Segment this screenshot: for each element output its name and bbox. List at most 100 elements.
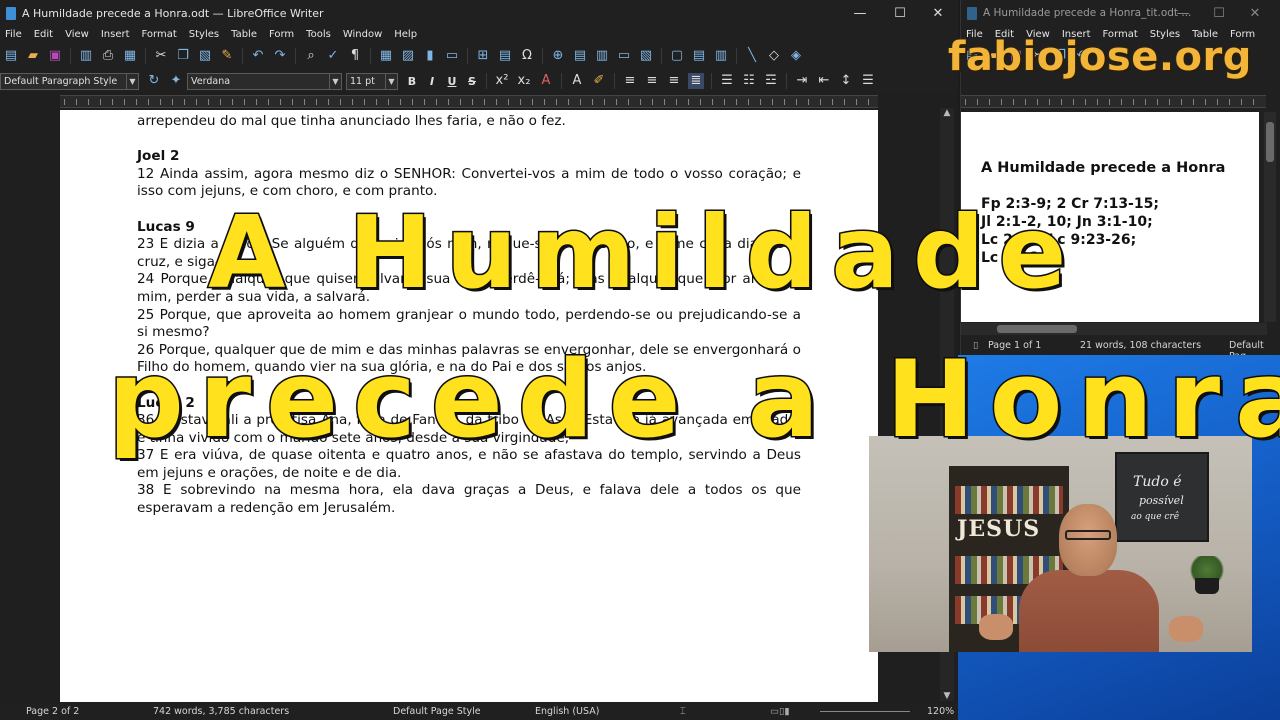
chevron-down-icon[interactable]: ▼	[329, 73, 341, 89]
page-break-icon[interactable]: ⊞	[475, 48, 491, 64]
menu-help[interactable]: Help	[394, 29, 417, 40]
align-center-icon[interactable]: ≡	[644, 73, 660, 89]
maximize-icon[interactable]: ☐	[882, 0, 918, 26]
quote-line: Tudo é	[1133, 474, 1182, 490]
minimize-icon[interactable]: —	[842, 0, 878, 26]
track-changes-icon[interactable]: ▤	[691, 48, 707, 64]
paragraph-style-select[interactable]: Default Paragraph Style ▼	[0, 72, 139, 90]
font-name-value: Verdana	[191, 75, 231, 87]
clear-formatting-icon[interactable]: A	[538, 73, 554, 89]
toolbar-separator	[486, 73, 487, 89]
paste-icon[interactable]: ▧	[197, 48, 213, 64]
open-folder-icon[interactable]: ▰	[25, 48, 41, 64]
menu-insert[interactable]: Insert	[101, 29, 130, 40]
clone-formatting-icon[interactable]: ✎	[219, 48, 235, 64]
scroll-down-icon[interactable]: ▼	[940, 691, 954, 701]
bullets-icon[interactable]: ☰	[719, 73, 735, 89]
export-pdf-icon[interactable]: ▥	[78, 48, 94, 64]
close-icon[interactable]: ✕	[1237, 0, 1273, 26]
insert-image-icon[interactable]: ▨	[400, 48, 416, 64]
align-right-icon[interactable]: ≡	[666, 73, 682, 89]
copy-icon[interactable]: ❐	[175, 48, 191, 64]
insert-table-icon[interactable]: ▦	[378, 48, 394, 64]
view-layout-icon[interactable]: ▭▯▮	[770, 706, 789, 717]
side-ruler[interactable]	[961, 95, 1266, 108]
menu-file[interactable]: File	[5, 29, 22, 40]
superscript-icon[interactable]: x²	[494, 73, 510, 89]
bold-button[interactable]: B	[405, 75, 419, 88]
redo-icon[interactable]: ↷	[272, 48, 288, 64]
insert-chart-icon[interactable]: ▮	[422, 48, 438, 64]
menu-edit[interactable]: Edit	[34, 29, 53, 40]
save-icon[interactable]: ▣	[47, 48, 63, 64]
page-count[interactable]: Page 2 of 2	[26, 706, 79, 717]
special-character-icon[interactable]: Ω	[519, 48, 535, 64]
toolbar-separator	[786, 73, 787, 89]
paragraph-style-value: Default Paragraph Style	[4, 75, 118, 87]
footnote-icon[interactable]: ▤	[572, 48, 588, 64]
zoom-slider[interactable]	[820, 711, 910, 712]
scroll-up-icon[interactable]: ▲	[940, 108, 954, 118]
word-count[interactable]: 742 words, 3,785 characters	[153, 706, 289, 717]
horizontal-ruler[interactable]	[60, 95, 878, 108]
chevron-down-icon[interactable]: ▼	[126, 73, 138, 89]
insert-textbox-icon[interactable]: ▭	[444, 48, 460, 64]
outline-icon[interactable]: ☲	[763, 73, 779, 89]
bookmark-icon[interactable]: ▭	[616, 48, 632, 64]
menu-format[interactable]: Format	[142, 29, 177, 40]
page-style[interactable]: Default Page Style	[393, 706, 481, 717]
cut-icon[interactable]: ✂	[153, 48, 169, 64]
menu-tools[interactable]: Tools	[306, 29, 331, 40]
decrease-indent-icon[interactable]: ⇤	[816, 73, 832, 89]
numbering-icon[interactable]: ☷	[741, 73, 757, 89]
increase-indent-icon[interactable]: ⇥	[794, 73, 810, 89]
highlight-color-icon[interactable]: ✐	[591, 73, 607, 89]
font-color-icon[interactable]: A	[569, 73, 585, 89]
menu-view[interactable]: View	[65, 29, 89, 40]
menu-window[interactable]: Window	[343, 29, 382, 40]
line-icon[interactable]: ╲	[744, 48, 760, 64]
underline-button[interactable]: U	[445, 75, 459, 88]
paragraph-spacing-icon[interactable]: ☰	[860, 73, 876, 89]
find-replace-icon[interactable]: ⌕	[303, 48, 319, 64]
toolbar-separator	[70, 48, 71, 64]
font-size-select[interactable]: 11 pt ▼	[346, 72, 398, 90]
undo-icon[interactable]: ↶	[250, 48, 266, 64]
subscript-icon[interactable]: x₂	[516, 73, 532, 89]
italic-button[interactable]: I	[425, 75, 439, 88]
header-footer-icon[interactable]: ▥	[713, 48, 729, 64]
new-style-icon[interactable]: ✦	[168, 73, 184, 89]
side-horizontal-scrollbar[interactable]	[961, 323, 1267, 335]
spelling-icon[interactable]: ✓	[325, 48, 341, 64]
thumbnail-title-line2: precede a Honra	[107, 338, 1280, 461]
minimize-icon[interactable]: —	[1165, 0, 1201, 26]
side-vertical-scrollbar[interactable]	[1264, 112, 1276, 322]
draw-functions-icon[interactable]: ◈	[788, 48, 804, 64]
insert-field-icon[interactable]: ▤	[497, 48, 513, 64]
print-preview-icon[interactable]: ▦	[122, 48, 138, 64]
menu-table[interactable]: Table	[231, 29, 257, 40]
zoom-level[interactable]: 120%	[927, 706, 954, 717]
maximize-icon[interactable]: ☐	[1201, 0, 1237, 26]
comment-icon[interactable]: ▢	[669, 48, 685, 64]
close-icon[interactable]: ✕	[920, 0, 956, 26]
menu-form[interactable]: Form	[269, 29, 294, 40]
align-left-icon[interactable]: ≡	[622, 73, 638, 89]
cross-reference-icon[interactable]: ▧	[638, 48, 654, 64]
language[interactable]: English (USA)	[535, 706, 599, 717]
line-spacing-icon[interactable]: ↕	[838, 73, 854, 89]
endnote-icon[interactable]: ▥	[594, 48, 610, 64]
shapes-icon[interactable]: ◇	[766, 48, 782, 64]
new-document-icon[interactable]: ▤	[3, 48, 19, 64]
formatting-marks-icon[interactable]: ¶	[347, 48, 363, 64]
font-name-select[interactable]: Verdana ▼	[187, 72, 342, 90]
insert-mode-icon[interactable]: ⌶	[680, 706, 686, 717]
chevron-down-icon[interactable]: ▼	[385, 73, 397, 89]
print-icon[interactable]: ⎙	[100, 48, 116, 64]
toolbar-separator	[711, 73, 712, 89]
menu-styles[interactable]: Styles	[189, 29, 219, 40]
strikethrough-button[interactable]: S	[465, 75, 479, 88]
justify-icon[interactable]: ≣	[688, 73, 704, 89]
update-style-icon[interactable]: ↻	[146, 73, 162, 89]
hyperlink-icon[interactable]: ⊕	[550, 48, 566, 64]
